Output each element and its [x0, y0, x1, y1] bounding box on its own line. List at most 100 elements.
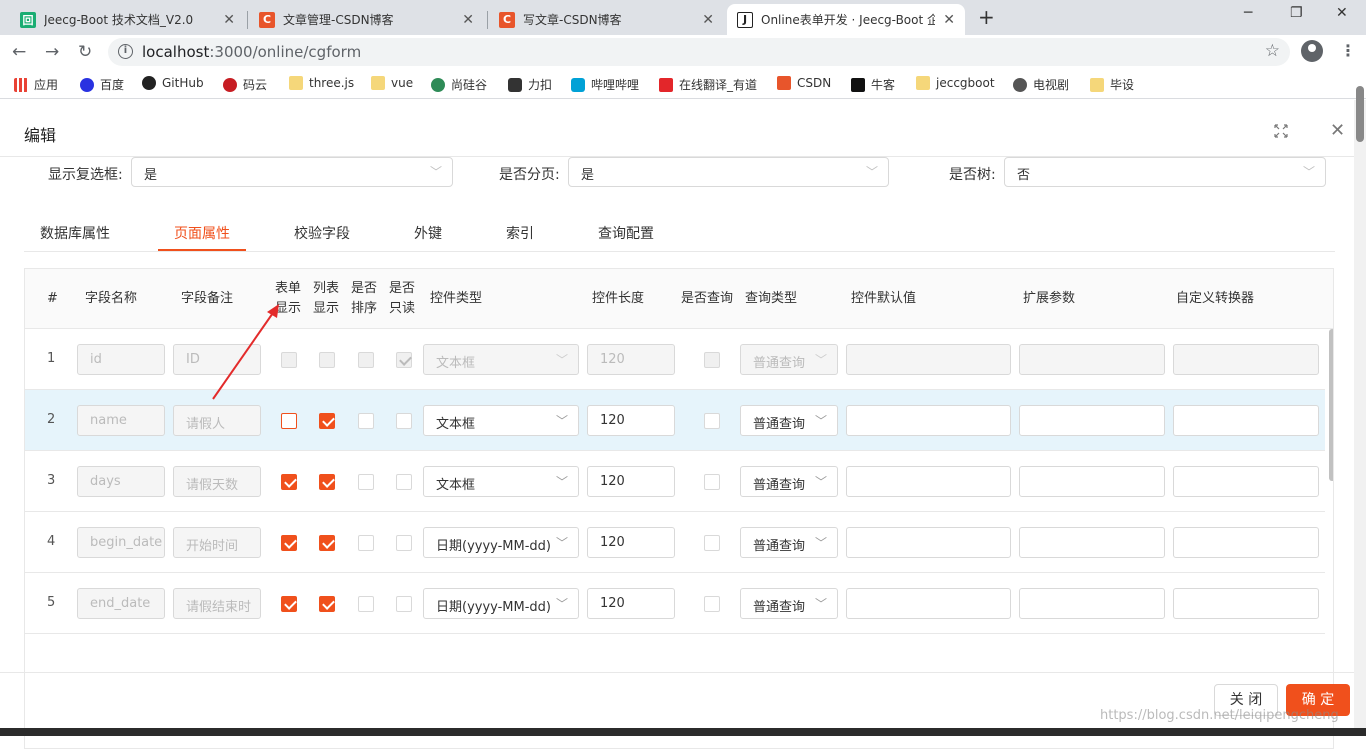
- query-type-select[interactable]: 普通查询 ﹀: [740, 527, 838, 558]
- converter-input[interactable]: [1173, 466, 1319, 497]
- browser-tab-4-active[interactable]: J Online表单开发 · Jeecg-Boot 企 ✕: [727, 4, 965, 35]
- readonly-checkbox[interactable]: [396, 596, 412, 612]
- list-show-checkbox[interactable]: [319, 535, 335, 551]
- is-query-checkbox[interactable]: [704, 413, 720, 429]
- control-length-input[interactable]: 120: [587, 527, 675, 558]
- tab-db-properties[interactable]: 数据库属性: [40, 223, 110, 243]
- is-query-checkbox[interactable]: [704, 535, 720, 551]
- bookmark-threejs[interactable]: three.js: [289, 76, 354, 90]
- forward-icon[interactable]: →: [45, 42, 59, 62]
- converter-input[interactable]: [1173, 588, 1319, 619]
- list-show-checkbox[interactable]: [319, 474, 335, 490]
- tab-page-properties[interactable]: 页面属性: [174, 223, 230, 243]
- ext-params-input[interactable]: [1019, 466, 1165, 497]
- page-scrollbar[interactable]: [1354, 86, 1366, 728]
- control-length-input[interactable]: 120: [587, 405, 675, 436]
- sort-checkbox[interactable]: [358, 413, 374, 429]
- browser-tab-3[interactable]: C 写文章-CSDN博客 ✕: [489, 4, 724, 35]
- col-sort: 是否 排序: [351, 279, 377, 319]
- converter-input[interactable]: [1173, 527, 1319, 558]
- control-length-input[interactable]: 120: [587, 466, 675, 497]
- close-tab-icon[interactable]: ✕: [943, 12, 955, 28]
- bookmark-star-icon[interactable]: ☆: [1265, 41, 1280, 61]
- tab-separator: [247, 11, 248, 29]
- form-show-checkbox[interactable]: [281, 474, 297, 490]
- bookmark-github[interactable]: GitHub: [142, 76, 204, 90]
- tab-query-config[interactable]: 查询配置: [598, 223, 654, 243]
- close-tab-icon[interactable]: ✕: [223, 12, 235, 28]
- bookmark-tv[interactable]: 电视剧: [1013, 76, 1069, 93]
- address-bar[interactable]: i localhost:3000/online/cgform ☆: [108, 38, 1290, 66]
- maximize-icon[interactable]: ❐: [1290, 5, 1303, 21]
- url-text[interactable]: localhost:3000/online/cgform: [142, 43, 361, 61]
- query-type-select[interactable]: 普通查询 ﹀: [740, 588, 838, 619]
- ext-params-input[interactable]: [1019, 588, 1165, 619]
- tree-select[interactable]: 否 ﹀: [1004, 157, 1326, 187]
- ext-params-input[interactable]: [1019, 527, 1165, 558]
- new-tab-icon[interactable]: +: [978, 5, 995, 29]
- list-show-checkbox[interactable]: [319, 596, 335, 612]
- readonly-checkbox[interactable]: [396, 535, 412, 551]
- readonly-checkbox[interactable]: [396, 474, 412, 490]
- ext-params-input[interactable]: [1019, 405, 1165, 436]
- close-tab-icon[interactable]: ✕: [462, 12, 474, 28]
- sort-checkbox[interactable]: [358, 535, 374, 551]
- bookmark-jeccgboot[interactable]: jeccgboot: [916, 76, 995, 90]
- bookmark-nowcoder[interactable]: 牛客: [851, 76, 895, 93]
- control-length-input[interactable]: 120: [587, 588, 675, 619]
- default-value-input[interactable]: [846, 405, 1011, 436]
- page-scrollbar-thumb[interactable]: [1356, 86, 1364, 142]
- sort-checkbox[interactable]: [358, 474, 374, 490]
- form-show-checkbox[interactable]: [281, 413, 297, 429]
- bookmark-bilibili[interactable]: 哔哩哔哩: [571, 76, 639, 93]
- browser-menu-icon[interactable]: ⋮: [1340, 41, 1356, 60]
- paging-select[interactable]: 是 ﹀: [568, 157, 889, 187]
- reload-icon[interactable]: ↻: [78, 42, 92, 62]
- table-row[interactable]: 5 end_date 请假结束时 日期(yyyy-MM-dd) ﹀ 120 普通查询 ﹀: [25, 573, 1325, 634]
- profile-avatar-icon[interactable]: [1301, 40, 1323, 62]
- default-value-input[interactable]: [846, 466, 1011, 497]
- chevron-down-icon: ﹀: [555, 353, 568, 367]
- sort-checkbox[interactable]: [358, 596, 374, 612]
- bookmark-youdao[interactable]: 在线翻译_有道: [659, 76, 757, 93]
- bookmark-atguigu[interactable]: 尚硅谷: [431, 76, 487, 93]
- form-show-checkbox[interactable]: [281, 596, 297, 612]
- query-type-select[interactable]: 普通查询 ﹀: [740, 466, 838, 497]
- control-type-select[interactable]: 日期(yyyy-MM-dd) ﹀: [423, 527, 579, 558]
- close-tab-icon[interactable]: ✕: [702, 12, 714, 28]
- bookmark-apps[interactable]: 应用: [14, 76, 58, 93]
- bookmark-csdn[interactable]: CSDN: [777, 76, 831, 90]
- bookmark-vue[interactable]: vue: [371, 76, 413, 90]
- table-row[interactable]: 4 begin_date 开始时间 日期(yyyy-MM-dd) ﹀ 120 普通查询 ﹀: [25, 512, 1325, 573]
- table-scrollbar[interactable]: [1329, 329, 1333, 481]
- tab-indexes[interactable]: 索引: [506, 223, 534, 243]
- control-type-select[interactable]: 文本框 ﹀: [423, 466, 579, 497]
- list-show-checkbox[interactable]: [319, 413, 335, 429]
- readonly-checkbox[interactable]: [396, 413, 412, 429]
- control-type-select[interactable]: 日期(yyyy-MM-dd) ﹀: [423, 588, 579, 619]
- fullscreen-icon[interactable]: [1274, 124, 1288, 138]
- tab-validation-fields[interactable]: 校验字段: [294, 223, 350, 243]
- tab-foreign-keys[interactable]: 外键: [414, 223, 442, 243]
- bookmark-leetcode[interactable]: 力扣: [508, 76, 552, 93]
- window-close-icon[interactable]: ✕: [1336, 5, 1348, 21]
- browser-tab-1[interactable]: 回 Jeecg-Boot 技术文档_V2.0 ✕: [10, 4, 245, 35]
- control-type-select[interactable]: 文本框 ﹀: [423, 405, 579, 436]
- bookmark-baidu[interactable]: 百度: [80, 76, 124, 93]
- bookmark-thesis[interactable]: 毕设: [1090, 76, 1134, 93]
- converter-input[interactable]: [1173, 405, 1319, 436]
- modal-close-icon[interactable]: ✕: [1330, 120, 1345, 141]
- back-icon[interactable]: ←: [12, 42, 26, 62]
- default-value-input[interactable]: [846, 588, 1011, 619]
- bookmark-gitee[interactable]: 码云: [223, 76, 267, 93]
- info-icon[interactable]: i: [118, 44, 133, 59]
- table-row[interactable]: 3 days 请假天数 文本框 ﹀ 120 普通查询 ﹀: [25, 451, 1325, 512]
- is-query-checkbox[interactable]: [704, 474, 720, 490]
- minimize-icon[interactable]: ─: [1244, 5, 1252, 21]
- query-type-select[interactable]: 普通查询 ﹀: [740, 405, 838, 436]
- browser-tab-2[interactable]: C 文章管理-CSDN博客 ✕: [249, 4, 484, 35]
- show-checkbox-select[interactable]: 是 ﹀: [131, 157, 453, 187]
- form-show-checkbox[interactable]: [281, 535, 297, 551]
- is-query-checkbox[interactable]: [704, 596, 720, 612]
- default-value-input[interactable]: [846, 527, 1011, 558]
